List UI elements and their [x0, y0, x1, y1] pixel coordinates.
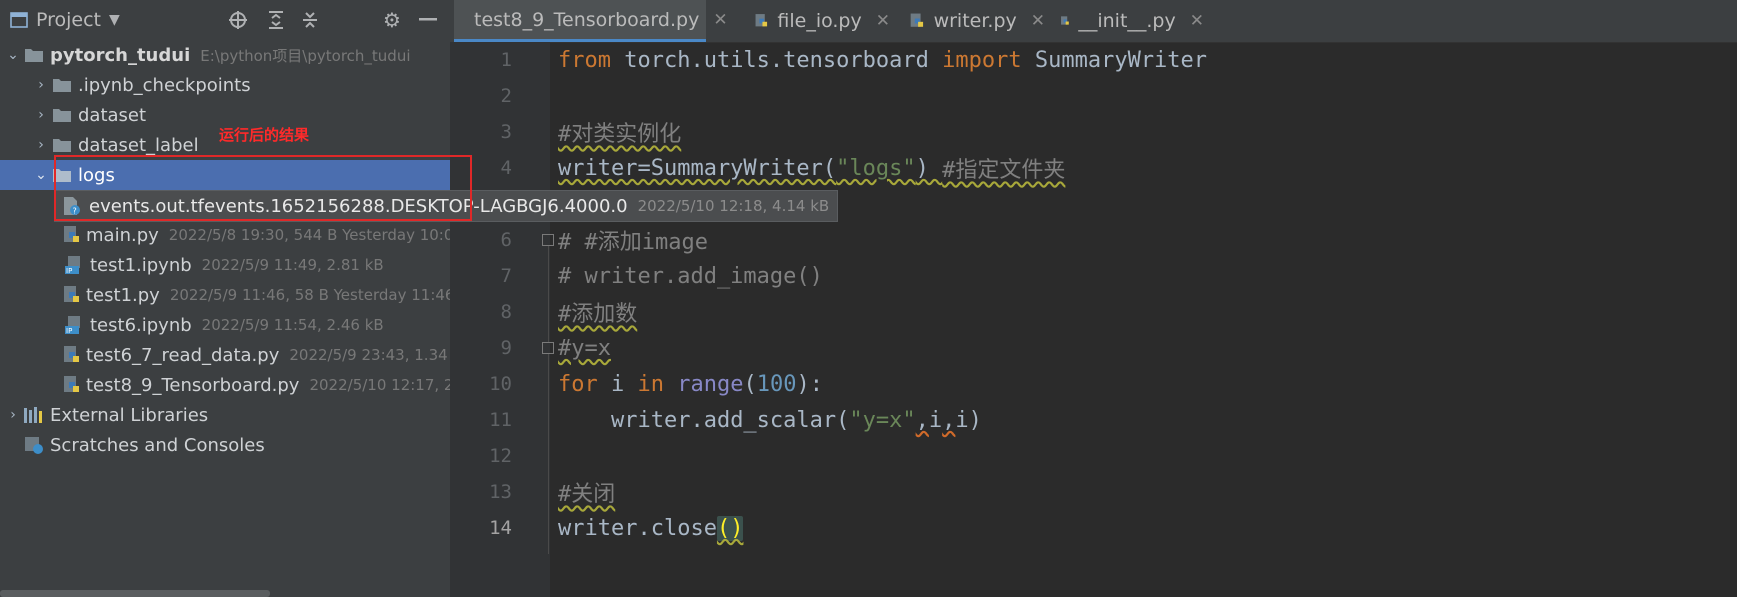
- fold-marker-icon[interactable]: [542, 342, 554, 354]
- line-number: 8: [500, 301, 512, 323]
- line-number: 9: [500, 337, 512, 359]
- library-icon: [22, 405, 46, 425]
- tab-test8-9-tensorboard[interactable]: test8_9_Tensorboard.py ✕: [454, 0, 728, 42]
- code-line-8: #添加数: [558, 302, 638, 327]
- code-line-4: writer=SummaryWriter("logs") #指定文件夹: [558, 155, 1066, 184]
- line-number: 3: [500, 121, 512, 143]
- project-tree: ⌄ pytorch_tudui E:\python项目\pytorch_tudu…: [0, 40, 450, 590]
- code-line-6: # #添加image: [558, 230, 708, 255]
- python-file-icon: [62, 375, 82, 395]
- project-toolbar: Project ▼ ⚙: [0, 0, 450, 40]
- tree-item-test6-ipynb[interactable]: IP test6.ipynb 2022/5/9 11:54, 2.46 kB: [62, 310, 450, 340]
- close-icon[interactable]: ✕: [876, 11, 890, 31]
- gear-icon[interactable]: ⚙: [380, 8, 404, 32]
- tab-init[interactable]: __init__.py ✕: [1048, 0, 1216, 42]
- code-line-13: #关闭: [558, 482, 616, 507]
- chevron-right-icon[interactable]: ›: [32, 107, 50, 123]
- close-icon[interactable]: ✕: [1190, 11, 1204, 31]
- notebook-file-icon: IP: [62, 255, 86, 275]
- tab-file-io[interactable]: file_io.py ✕: [742, 0, 902, 42]
- python-file-icon: [62, 225, 82, 245]
- chevron-down-icon[interactable]: ▼: [109, 12, 120, 28]
- line-number-gutter: 1 2 3 4 5 6 7 8 9 10 11 12 13 14: [450, 42, 554, 597]
- folder-icon: [50, 105, 74, 125]
- tab-writer[interactable]: writer.py ✕: [897, 0, 1057, 42]
- python-file-icon: [1061, 16, 1069, 25]
- project-title: Project: [36, 9, 102, 31]
- line-number: 2: [500, 85, 512, 107]
- line-number: 6: [500, 229, 512, 251]
- annotation-label: 运行后的结果: [219, 126, 310, 144]
- code-area[interactable]: from torch.utils.tensorboard import Summ…: [558, 42, 1728, 597]
- code-line-14: writer.close(): [558, 515, 744, 541]
- tree-item-scratches-and-consoles[interactable]: Scratches and Consoles: [22, 430, 450, 460]
- scratches-icon: [22, 435, 46, 455]
- line-number: 12: [489, 445, 512, 467]
- folder-icon: [22, 45, 46, 65]
- fold-guide: [548, 354, 549, 554]
- tree-item-pytorch-tudui[interactable]: ⌄ pytorch_tudui E:\python项目\pytorch_tudu…: [4, 40, 450, 70]
- code-line-1: from torch.utils.tensorboard import Summ…: [558, 47, 1208, 73]
- line-number: 14: [489, 517, 512, 539]
- line-number: 7: [500, 265, 512, 287]
- code-editor: test8_9_Tensorboard.py ✕ file_io.py ✕ wr…: [450, 0, 1737, 597]
- close-icon[interactable]: ✕: [713, 10, 727, 30]
- horizontal-scrollbar[interactable]: [0, 590, 270, 597]
- crosshair-icon[interactable]: [226, 8, 250, 32]
- code-line-7: # writer.add_image(): [558, 263, 823, 289]
- notebook-file-icon: IP: [62, 315, 86, 335]
- tree-item-test6-7-read-data-py[interactable]: test6_7_read_data.py 2022/5/9 23:43, 1.3…: [62, 340, 450, 370]
- code-line-10: for i in range(100):: [558, 371, 823, 397]
- folder-icon: [50, 135, 74, 155]
- minimize-icon[interactable]: [416, 8, 440, 32]
- tree-item-external-libraries[interactable]: › External Libraries: [4, 400, 450, 430]
- project-view-selector[interactable]: Project ▼: [10, 9, 120, 31]
- code-line-9: #y=x: [558, 335, 611, 361]
- chevron-right-icon[interactable]: ›: [32, 137, 50, 153]
- ide-window: Project ▼ ⚙ ⌄ pytorch_tudui E:\python项目\…: [0, 0, 1737, 597]
- project-window-icon: [10, 12, 28, 28]
- tree-item-ipynb-checkpoints[interactable]: › .ipynb_checkpoints: [32, 70, 450, 100]
- tree-item-test8-9-tensorboard-py[interactable]: test8_9_Tensorboard.py 2022/5/10 12:17, …: [62, 370, 450, 400]
- folder-icon: [50, 75, 74, 95]
- chevron-right-icon[interactable]: ›: [4, 407, 22, 423]
- python-file-icon: [62, 285, 82, 305]
- svg-text:IP: IP: [66, 267, 72, 275]
- line-number: 1: [500, 49, 512, 71]
- line-number: 10: [489, 373, 512, 395]
- tree-item-test1-py[interactable]: test1.py 2022/5/9 11:46, 58 B Yesterday …: [62, 280, 450, 310]
- annotation-highlight-box: [54, 155, 472, 221]
- tree-item-main-py[interactable]: main.py 2022/5/8 19:30, 544 B Yesterday …: [62, 220, 450, 250]
- python-file-icon: [755, 14, 768, 27]
- python-file-icon: [910, 13, 924, 27]
- collapse-all-icon[interactable]: [298, 8, 322, 32]
- editor-tabs: test8_9_Tensorboard.py ✕ file_io.py ✕ wr…: [450, 0, 1737, 43]
- python-file-icon: [62, 345, 82, 365]
- code-line-3: #对类实例化: [558, 122, 682, 147]
- code-line-11: writer.add_scalar("y=x", i, i): [610, 407, 982, 433]
- chevron-right-icon[interactable]: ›: [32, 77, 50, 93]
- fold-guide: [548, 246, 549, 342]
- fold-marker-icon[interactable]: [542, 234, 554, 246]
- project-panel: Project ▼ ⚙ ⌄ pytorch_tudui E:\python项目\…: [0, 0, 450, 597]
- chevron-down-icon[interactable]: ⌄: [32, 167, 50, 183]
- close-icon[interactable]: ✕: [1031, 11, 1045, 31]
- line-number: 11: [489, 409, 512, 431]
- line-number: 13: [489, 481, 512, 503]
- chevron-down-icon[interactable]: ⌄: [4, 47, 22, 63]
- svg-text:IP: IP: [66, 327, 72, 335]
- expand-all-icon[interactable]: [264, 8, 288, 32]
- tree-item-test1-ipynb[interactable]: IP test1.ipynb 2022/5/9 11:49, 2.81 kB: [62, 250, 450, 280]
